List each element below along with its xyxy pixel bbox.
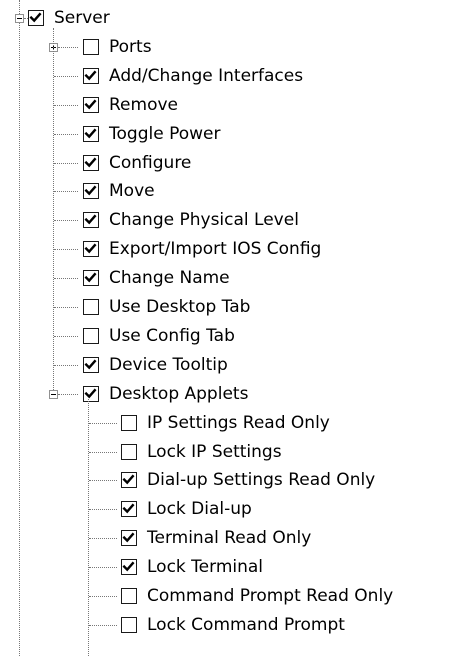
node-label: Server xyxy=(54,8,110,28)
checkbox[interactable] xyxy=(83,183,99,200)
checkmark-icon xyxy=(29,12,42,23)
checkbox[interactable] xyxy=(121,530,137,547)
connector xyxy=(89,624,117,626)
connector xyxy=(54,307,78,308)
node-label: Lock Terminal xyxy=(147,557,264,578)
connector xyxy=(89,538,117,540)
node-label: Ports xyxy=(109,36,152,57)
checkbox[interactable] xyxy=(83,96,99,113)
checkbox[interactable] xyxy=(121,588,137,604)
connector xyxy=(19,0,20,14)
checkmark-icon xyxy=(84,388,97,399)
checkbox[interactable] xyxy=(121,443,137,460)
checkmark-icon xyxy=(84,185,97,196)
checkbox[interactable] xyxy=(121,501,137,518)
connector xyxy=(89,451,117,453)
node-label: Change Physical Level xyxy=(109,210,299,231)
connector xyxy=(53,28,54,390)
connector xyxy=(54,249,78,251)
node-label: Configure xyxy=(109,152,192,173)
checkbox[interactable] xyxy=(83,299,99,315)
node-label: Remove xyxy=(109,94,178,115)
connector xyxy=(89,596,117,597)
checkbox[interactable] xyxy=(83,241,99,258)
node-label: Add/Change Interfaces xyxy=(109,65,304,86)
checkmark-icon xyxy=(84,214,97,225)
checkbox[interactable] xyxy=(83,385,99,402)
node-label: Dial-up Settings Read Only xyxy=(147,470,376,491)
checkmark-icon xyxy=(122,503,135,514)
checkbox[interactable] xyxy=(83,270,99,287)
checkbox[interactable] xyxy=(83,154,99,171)
node-label: Use Config Tab xyxy=(109,325,235,346)
checkmark-icon xyxy=(84,359,97,370)
checkmark-icon xyxy=(84,272,97,283)
node-label: Lock IP Settings xyxy=(147,441,282,462)
node-label: Change Name xyxy=(109,268,230,289)
connector xyxy=(54,191,78,193)
collapse-icon[interactable] xyxy=(49,389,58,399)
checkmark-icon xyxy=(84,243,97,254)
checkbox[interactable] xyxy=(28,10,44,26)
checkbox[interactable] xyxy=(83,125,99,142)
connector xyxy=(89,480,117,482)
checkmark-icon xyxy=(122,532,135,543)
checkbox[interactable] xyxy=(83,67,99,84)
connector xyxy=(54,220,78,222)
node-label: Toggle Power xyxy=(109,123,221,144)
node-label: Export/Import IOS Config xyxy=(109,239,322,260)
checkbox[interactable] xyxy=(121,616,137,633)
checkbox[interactable] xyxy=(121,414,137,431)
checkmark-icon xyxy=(84,128,97,138)
checkbox[interactable] xyxy=(121,472,137,489)
node-label: Lock Command Prompt xyxy=(147,614,345,635)
node-label: IP Settings Read Only xyxy=(147,412,330,433)
connector xyxy=(54,75,78,77)
node-label: Device Tooltip xyxy=(109,354,228,375)
connector xyxy=(89,422,117,424)
permission-tree: Server Ports Add/Change Interfaces Remove To… xyxy=(0,0,460,656)
node-label: Command Prompt Read Only xyxy=(147,586,394,606)
node-label: Terminal Read Only xyxy=(147,528,312,549)
node-label: Desktop Applets xyxy=(109,383,249,404)
connector xyxy=(54,162,78,164)
connector xyxy=(24,18,28,19)
connector xyxy=(54,278,78,280)
checkmark-icon xyxy=(122,474,135,485)
checkbox[interactable] xyxy=(83,356,99,373)
connector xyxy=(19,23,20,656)
connector xyxy=(54,133,78,135)
node-label: Move xyxy=(109,181,155,202)
connector xyxy=(89,509,117,511)
checkbox[interactable] xyxy=(83,327,99,344)
node-label: Lock Dial-up xyxy=(147,499,252,520)
connector xyxy=(54,364,78,366)
checkbox[interactable] xyxy=(83,212,99,229)
checkmark-icon xyxy=(84,157,97,167)
checkbox[interactable] xyxy=(121,559,137,576)
checkmark-icon xyxy=(84,99,97,110)
connector xyxy=(88,398,89,656)
connector xyxy=(54,335,78,337)
connector xyxy=(54,104,78,106)
collapse-icon[interactable] xyxy=(15,14,24,23)
connector xyxy=(58,393,78,395)
checkmark-icon xyxy=(122,561,135,572)
checkmark-icon xyxy=(84,70,97,81)
checkbox[interactable] xyxy=(83,38,99,55)
connector xyxy=(58,46,78,48)
node-label: Use Desktop Tab xyxy=(109,297,251,317)
connector xyxy=(89,567,117,569)
